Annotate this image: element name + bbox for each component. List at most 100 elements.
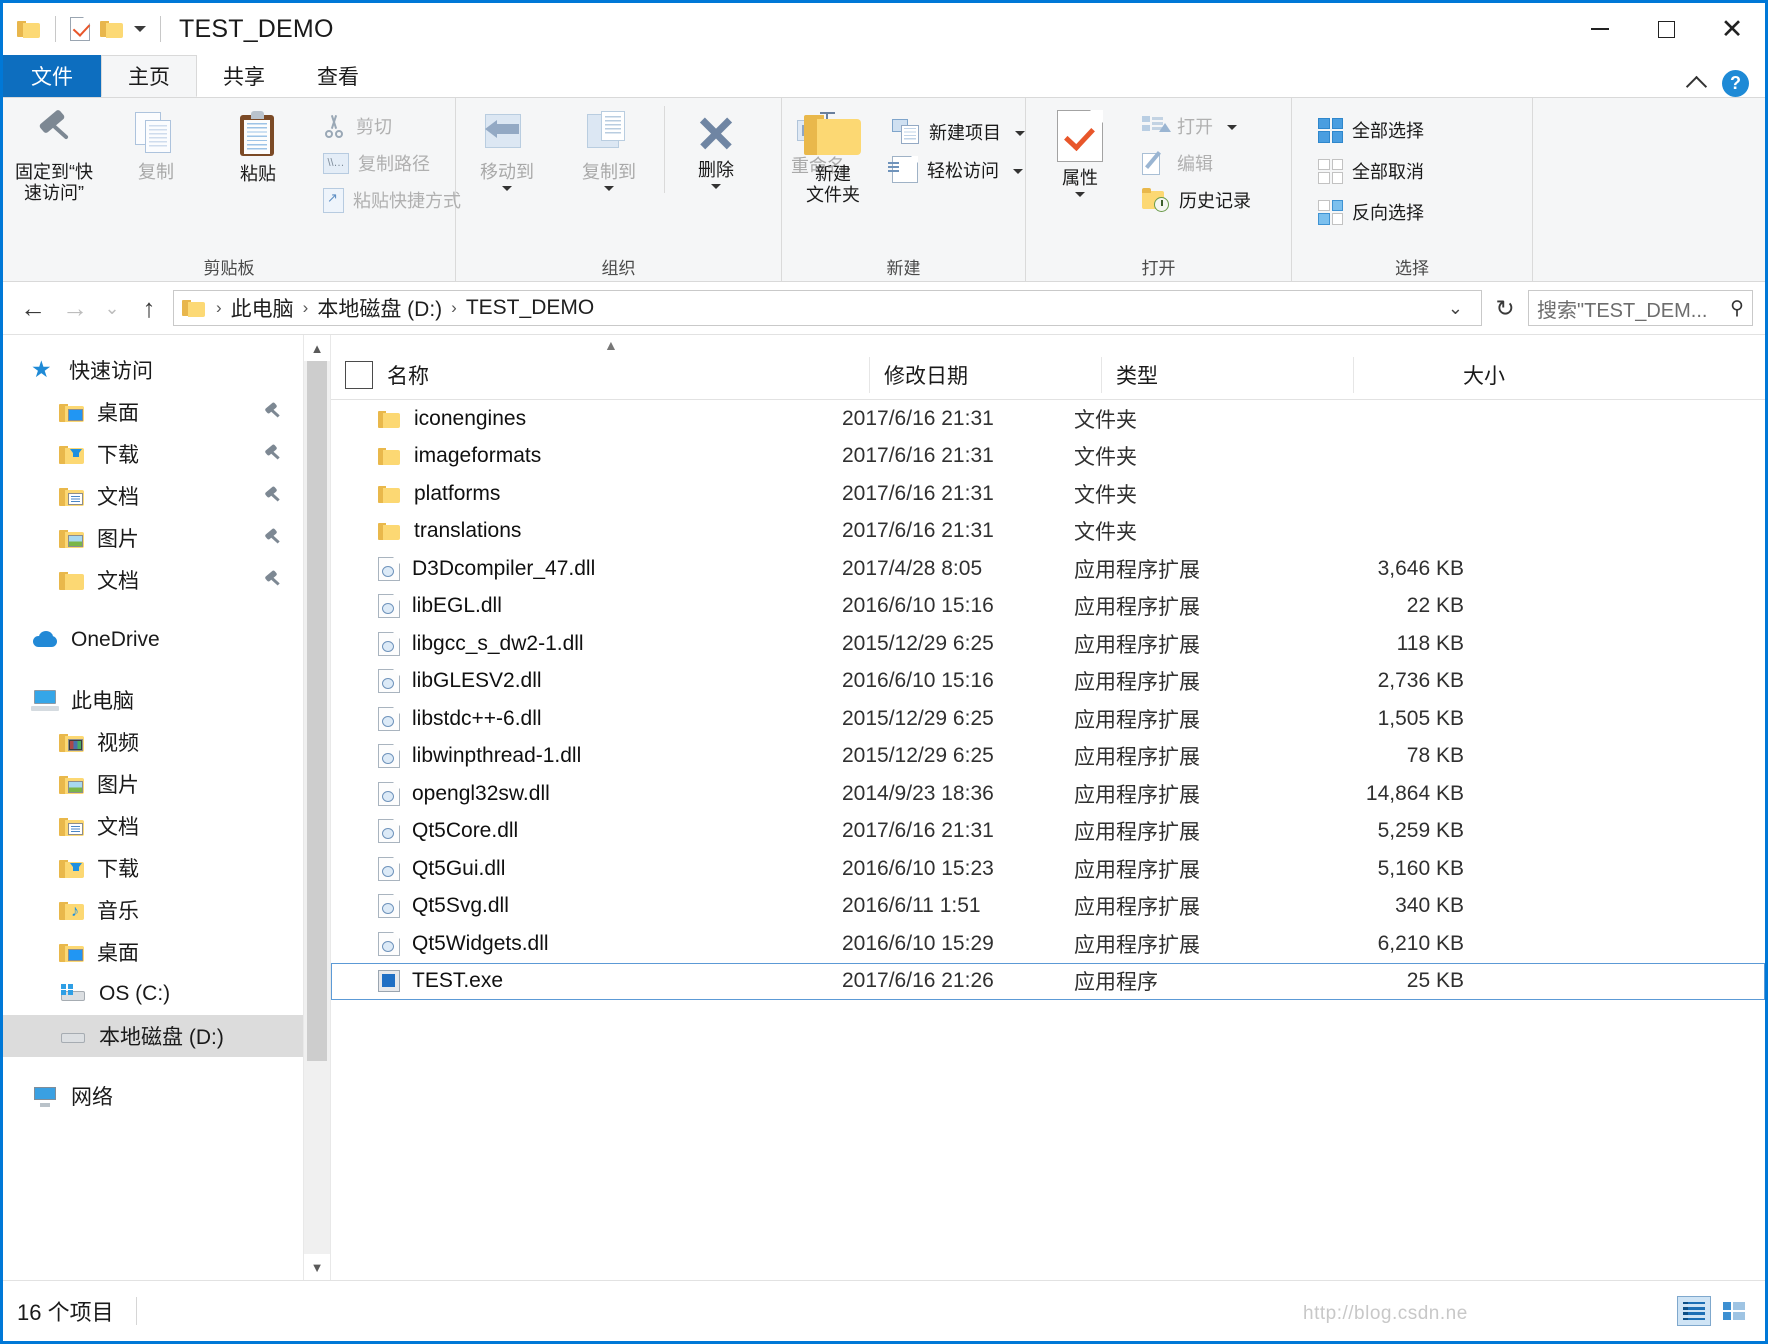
sidebar-item-this-pc[interactable]: 此电脑 <box>3 679 303 721</box>
sidebar-item-documents[interactable]: 文档 <box>3 475 303 517</box>
column-header-type[interactable]: 类型 <box>1101 357 1353 393</box>
ribbon-group-label-open: 打开 <box>1141 258 1176 278</box>
chevron-down-icon[interactable] <box>1015 131 1025 136</box>
tab-home[interactable]: 主页 <box>101 55 197 97</box>
table-row[interactable]: opengl32sw.dll 2014/9/23 18:36 应用程序扩展 14,86… <box>331 775 1765 813</box>
navigation-pane-scrollbar[interactable]: ▲ ▼ <box>303 335 331 1280</box>
search-input[interactable]: 搜索"TEST_DEM... ⚲ <box>1528 290 1753 326</box>
delete-button[interactable]: 删除 <box>664 106 767 194</box>
sidebar-item-desktop[interactable]: 桌面 <box>3 391 303 433</box>
chevron-down-icon[interactable] <box>711 184 721 190</box>
pin-icon[interactable] <box>263 529 281 547</box>
sidebar-item-pictures-pc[interactable]: 图片 <box>3 763 303 805</box>
table-row[interactable]: libEGL.dll 2016/6/10 15:16 应用程序扩展 22 KB <box>331 588 1765 626</box>
select-all-checkbox[interactable] <box>345 361 373 389</box>
table-row[interactable]: TEST.exe 2017/6/16 21:26 应用程序 25 KB <box>331 962 1765 1000</box>
chevron-down-icon[interactable] <box>1013 168 1023 174</box>
close-button[interactable]: ✕ <box>1699 3 1765 55</box>
properties-icon[interactable] <box>70 17 91 41</box>
scroll-up-icon[interactable]: ▲ <box>304 335 330 361</box>
new-item-button[interactable]: 新建项目 <box>884 116 1033 148</box>
tab-share[interactable]: 共享 <box>197 55 291 97</box>
chevron-down-icon[interactable] <box>1075 192 1085 198</box>
history-button[interactable]: 历史记录 <box>1134 184 1259 216</box>
chevron-down-icon[interactable] <box>604 186 614 192</box>
breadcrumb-item-local-disk-d[interactable]: 本地磁盘 (D:) <box>314 293 445 323</box>
pin-to-quick-access-button[interactable]: 固定到“快 速访问” <box>3 106 105 208</box>
copy-to-button[interactable]: 复制到 <box>558 106 660 195</box>
select-none-button[interactable]: 全部取消 <box>1310 155 1432 187</box>
up-arrow-icon[interactable]: ↑ <box>131 290 167 326</box>
table-row[interactable]: libwinpthread-1.dll 2015/12/29 6:25 应用程序扩展… <box>331 738 1765 776</box>
copy-button[interactable]: 复制 <box>105 106 207 187</box>
table-row[interactable]: imageformats 2017/6/16 21:31 文件夹 <box>331 438 1765 476</box>
pin-icon[interactable] <box>263 571 281 589</box>
scrollbar-thumb[interactable] <box>307 361 327 1061</box>
sidebar-item-documents-2[interactable]: 文档 <box>3 559 303 601</box>
easy-access-button[interactable]: 轻松访问 <box>884 153 1033 186</box>
chevron-up-icon[interactable] <box>1685 75 1708 97</box>
sidebar-item-network[interactable]: 网络 <box>3 1075 303 1117</box>
search-icon[interactable]: ⚲ <box>1730 297 1744 320</box>
maximize-button[interactable] <box>1633 3 1699 55</box>
table-row[interactable]: D3Dcompiler_47.dll 2017/4/28 8:05 应用程序扩展 3,… <box>331 550 1765 588</box>
forward-arrow-icon[interactable]: → <box>57 290 93 326</box>
sidebar-item-music[interactable]: ♪ 音乐 <box>3 889 303 931</box>
column-header-size[interactable]: 大小 <box>1353 357 1523 393</box>
table-row[interactable]: iconengines 2017/6/16 21:31 文件夹 <box>331 400 1765 438</box>
back-arrow-icon[interactable]: ← <box>15 290 51 326</box>
tab-file[interactable]: 文件 <box>3 55 101 97</box>
edit-button[interactable]: 编辑 <box>1134 147 1259 179</box>
sidebar-item-desktop-pc[interactable]: 桌面 <box>3 931 303 973</box>
new-folder-icon[interactable] <box>100 19 124 39</box>
table-row[interactable]: libGLESV2.dll 2016/6/10 15:16 应用程序扩展 2,736 … <box>331 663 1765 701</box>
sidebar-item-os-c[interactable]: OS (C:) <box>3 973 303 1015</box>
breadcrumb[interactable]: › 此电脑 › 本地磁盘 (D:) › TEST_DEMO ⌄ <box>173 290 1482 326</box>
move-to-button[interactable]: 移动到 <box>456 106 558 195</box>
help-icon[interactable]: ? <box>1722 70 1749 97</box>
paste-shortcut-button[interactable]: 粘贴快捷方式 <box>315 184 469 216</box>
recent-locations-chevron-down-icon[interactable]: ⌄ <box>99 290 125 326</box>
sidebar-item-local-disk-d[interactable]: 本地磁盘 (D:) <box>3 1015 303 1057</box>
sidebar-item-downloads[interactable]: 下载 <box>3 433 303 475</box>
chevron-down-icon[interactable] <box>502 186 512 192</box>
table-row[interactable]: Qt5Widgets.dll 2016/6/10 15:29 应用程序扩展 6,210… <box>331 925 1765 963</box>
customize-qat-chevron-down-icon[interactable] <box>134 26 146 32</box>
open-button[interactable]: 打开 <box>1134 110 1259 142</box>
table-row[interactable]: Qt5Svg.dll 2016/6/11 1:51 应用程序扩展 340 KB <box>331 888 1765 926</box>
breadcrumb-item-test-demo[interactable]: TEST_DEMO <box>463 296 597 320</box>
copy-path-button[interactable]: \\… 复制路径 <box>315 147 469 179</box>
sidebar-item-downloads-pc[interactable]: 下载 <box>3 847 303 889</box>
table-row[interactable]: platforms 2017/6/16 21:31 文件夹 <box>331 475 1765 513</box>
cut-button[interactable]: 剪切 <box>315 110 469 142</box>
tab-view[interactable]: 查看 <box>291 55 385 97</box>
details-view-button[interactable] <box>1677 1296 1711 1326</box>
properties-button[interactable]: 属性 <box>1026 106 1134 201</box>
sidebar-item-documents-pc[interactable]: 文档 <box>3 805 303 847</box>
nav-header-quick-access[interactable]: ★ 快速访问 <box>3 349 303 391</box>
large-icons-view-button[interactable] <box>1717 1296 1751 1326</box>
sidebar-item-pictures[interactable]: 图片 <box>3 517 303 559</box>
sidebar-item-videos[interactable]: 视频 <box>3 721 303 763</box>
table-row[interactable]: libgcc_s_dw2-1.dll 2015/12/29 6:25 应用程序扩展 1… <box>331 625 1765 663</box>
address-dropdown-chevron-down-icon[interactable]: ⌄ <box>1438 298 1473 319</box>
scroll-down-icon[interactable]: ▼ <box>304 1254 330 1280</box>
pin-icon[interactable] <box>263 445 281 463</box>
select-all-button[interactable]: 全部选择 <box>1310 114 1432 146</box>
table-row[interactable]: Qt5Gui.dll 2016/6/10 15:23 应用程序扩展 5,160 KB <box>331 850 1765 888</box>
paste-button[interactable]: 粘贴 <box>207 106 309 189</box>
breadcrumb-item-this-pc[interactable]: 此电脑 <box>228 293 297 323</box>
table-row[interactable]: libstdc++-6.dll 2015/12/29 6:25 应用程序扩展 1,50… <box>331 700 1765 738</box>
column-header-date[interactable]: 修改日期 <box>869 357 1101 393</box>
pin-icon[interactable] <box>263 403 281 421</box>
refresh-icon[interactable]: ↻ <box>1488 290 1522 326</box>
invert-selection-button[interactable]: 反向选择 <box>1310 196 1432 228</box>
table-row[interactable]: Qt5Core.dll 2017/6/16 21:31 应用程序扩展 5,259 KB <box>331 813 1765 851</box>
table-row[interactable]: translations 2017/6/16 21:31 文件夹 <box>331 513 1765 551</box>
chevron-down-icon[interactable] <box>1227 125 1237 130</box>
new-folder-button[interactable]: 新建 文件夹 <box>782 106 884 210</box>
column-header-name[interactable]: 名称 <box>373 357 869 393</box>
pin-icon[interactable] <box>263 487 281 505</box>
minimize-button[interactable] <box>1567 3 1633 55</box>
sidebar-item-onedrive[interactable]: OneDrive <box>3 619 303 661</box>
